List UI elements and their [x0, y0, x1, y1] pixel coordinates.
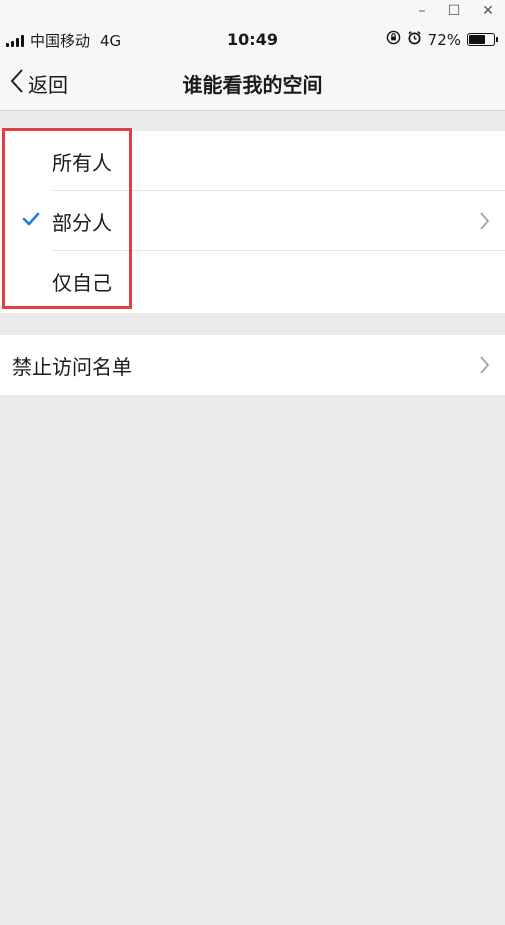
visibility-options-list: 所有人 部分人 仅自己: [0, 131, 505, 313]
alarm-icon: [407, 30, 422, 49]
chevron-right-icon: [479, 212, 490, 234]
checkmark-icon: [22, 211, 40, 230]
chevron-right-icon: [479, 356, 490, 378]
navigation-bar: 返回 谁能看我的空间: [0, 56, 505, 111]
option-label: 部分人: [52, 211, 112, 235]
block-list-group: 禁止访问名单: [0, 335, 505, 395]
option-only-me[interactable]: 仅自己: [0, 251, 505, 311]
window-titlebar: – ☐ ✕: [0, 0, 505, 22]
maximize-button[interactable]: ☐: [437, 0, 471, 22]
block-list-label: 禁止访问名单: [12, 355, 132, 379]
battery-icon: [467, 33, 498, 46]
battery-percent: 72%: [427, 30, 461, 49]
page-title: 谁能看我的空间: [182, 73, 323, 97]
rotation-lock-icon: [386, 30, 401, 49]
status-bar: 中国移动 4G 10:49 72%: [0, 22, 505, 56]
close-window-button[interactable]: ✕: [471, 0, 505, 22]
option-label: 仅自己: [52, 271, 112, 295]
minimize-button[interactable]: –: [405, 0, 439, 22]
block-list-row[interactable]: 禁止访问名单: [0, 335, 505, 395]
option-everyone[interactable]: 所有人: [0, 131, 505, 191]
option-label: 所有人: [52, 151, 112, 175]
option-some-people[interactable]: 部分人: [0, 191, 505, 251]
